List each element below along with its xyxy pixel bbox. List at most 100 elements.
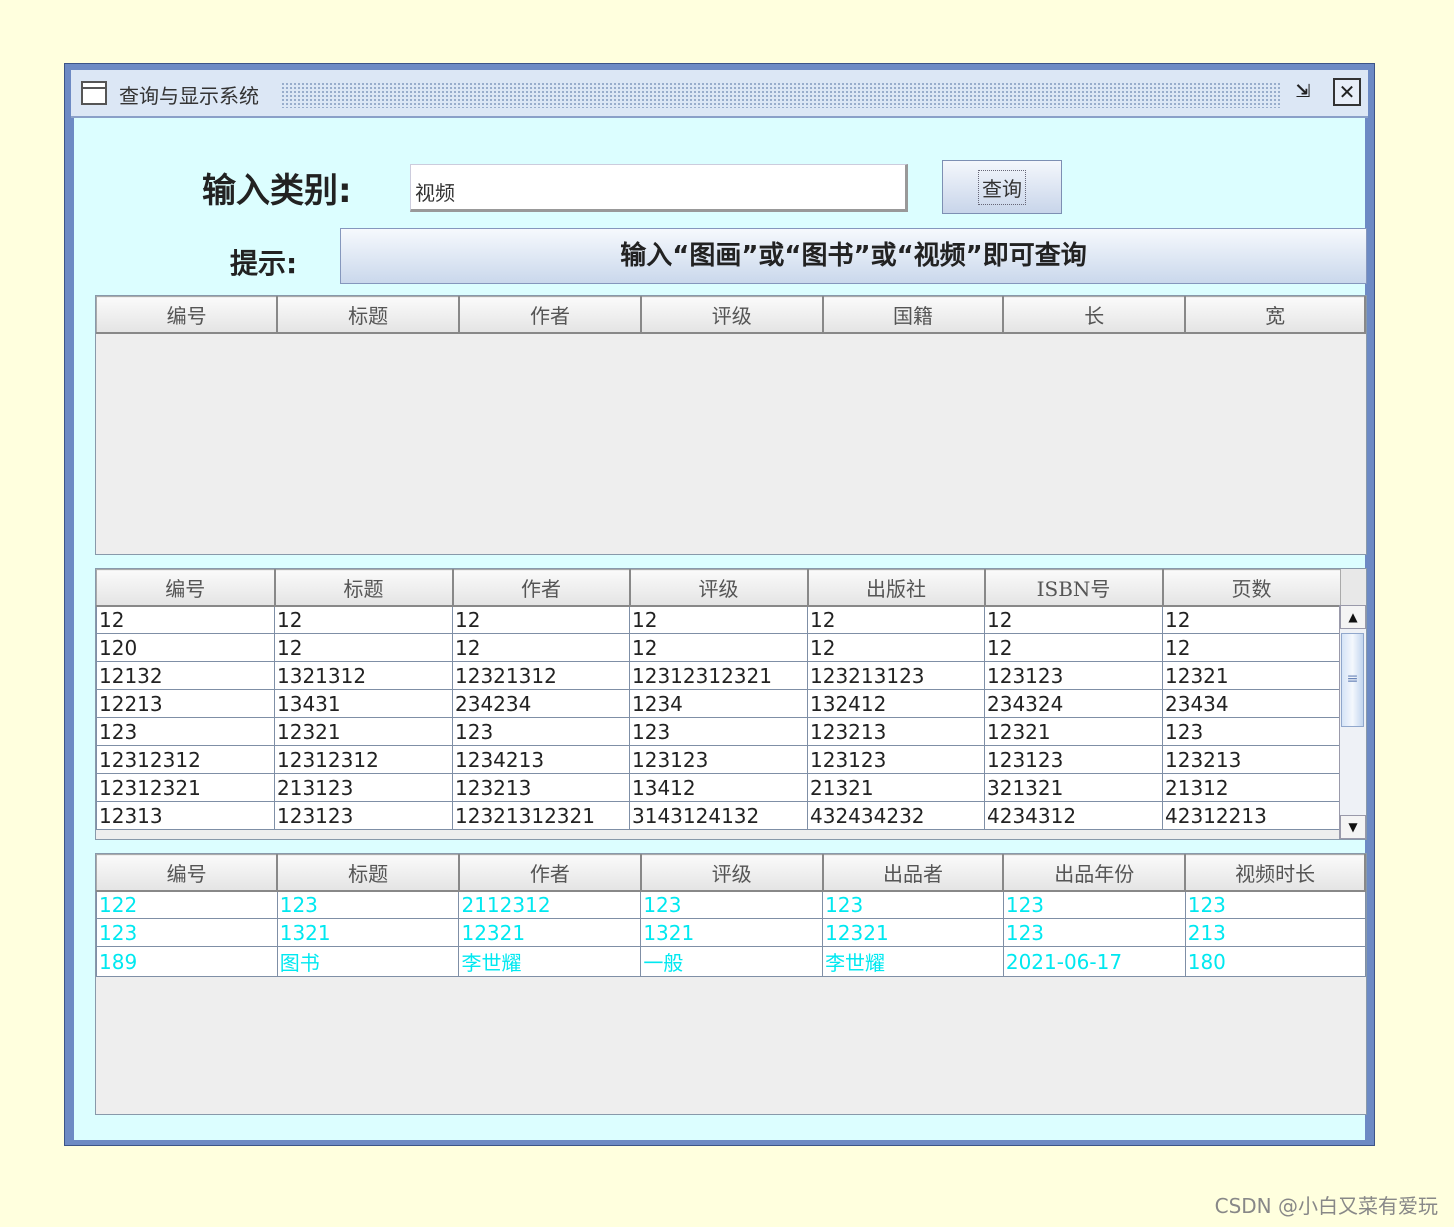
table-cell[interactable]: 12321312321 bbox=[452, 801, 630, 830]
table-cell[interactable]: 12 bbox=[452, 633, 630, 662]
table-cell[interactable]: 23434 bbox=[1162, 689, 1341, 718]
table-cell[interactable]: 12 bbox=[807, 633, 985, 662]
col-header[interactable]: 国籍 bbox=[822, 296, 1005, 334]
video-table[interactable]: 编号 标题 作者 评级 出品者 出品年份 视频时长 122 123 2112312 1… bbox=[95, 853, 1367, 1115]
table-cell[interactable]: 122 bbox=[96, 890, 278, 919]
table-row[interactable]: 12312312 12312312 1234213 123123 123123 12312… bbox=[96, 745, 1341, 774]
scroll-thumb[interactable]: ≡ bbox=[1341, 633, 1364, 727]
table-cell[interactable]: 123 bbox=[1002, 890, 1186, 919]
col-header[interactable]: 评级 bbox=[640, 854, 824, 892]
table-cell[interactable]: 12312312 bbox=[274, 745, 453, 774]
table-cell[interactable]: 13431 bbox=[274, 689, 453, 718]
close-icon[interactable]: ✕ bbox=[1333, 78, 1361, 106]
table-cell[interactable]: 12321312 bbox=[452, 661, 630, 690]
table-row[interactable]: 120 12 12 12 12 12 12 bbox=[96, 633, 1341, 662]
table-cell[interactable]: 123 bbox=[1162, 717, 1341, 746]
table-cell[interactable]: 123 bbox=[1184, 890, 1366, 919]
table-cell[interactable]: 189 bbox=[96, 946, 278, 977]
table-cell[interactable]: 120 bbox=[96, 633, 275, 662]
table-cell[interactable]: 123213123 bbox=[807, 661, 985, 690]
table-cell[interactable]: 李世耀 bbox=[458, 946, 642, 977]
table-cell[interactable]: 123 bbox=[1002, 918, 1186, 947]
col-header[interactable]: 出品者 bbox=[822, 854, 1005, 892]
table-cell[interactable]: 234234 bbox=[452, 689, 630, 718]
col-header[interactable]: 出版社 bbox=[807, 569, 986, 607]
table-cell[interactable]: 1321312 bbox=[274, 661, 453, 690]
painting-table[interactable]: 编号 标题 作者 评级 国籍 长 宽 bbox=[95, 295, 1367, 555]
table-cell[interactable]: 12 bbox=[1162, 605, 1341, 634]
table-row[interactable]: 12213 13431 234234 1234 132412 234324 23434 bbox=[96, 689, 1341, 718]
table-cell[interactable]: 1234 bbox=[629, 689, 808, 718]
table-cell[interactable]: 1321 bbox=[276, 918, 460, 947]
minimize-icon[interactable]: ⇲ bbox=[1289, 78, 1317, 106]
table-row[interactable]: 12313 123123 12321312321 3143124132 43243423… bbox=[96, 801, 1341, 830]
col-header[interactable]: 作者 bbox=[458, 296, 642, 334]
table-cell[interactable]: 12321 bbox=[274, 717, 453, 746]
table-cell[interactable]: 2021-06-17 bbox=[1002, 946, 1186, 977]
scroll-down-icon[interactable]: ▼ bbox=[1340, 815, 1366, 839]
col-header[interactable]: 评级 bbox=[629, 569, 809, 607]
table-cell[interactable]: 123213 bbox=[1162, 745, 1341, 774]
col-header[interactable]: 视频时长 bbox=[1184, 854, 1366, 892]
book-scrollbar[interactable]: ▲ ≡ ▼ bbox=[1339, 605, 1366, 839]
table-cell[interactable]: 123 bbox=[640, 890, 824, 919]
table-cell[interactable]: 123213 bbox=[452, 773, 630, 802]
table-cell[interactable]: 21312 bbox=[1162, 773, 1341, 802]
title-bar[interactable]: 查询与显示系统 ⇲ ✕ bbox=[71, 70, 1368, 118]
scroll-up-icon[interactable]: ▲ bbox=[1340, 605, 1366, 629]
table-cell[interactable]: 2112312 bbox=[458, 890, 642, 919]
table-cell[interactable]: 123213 bbox=[807, 717, 985, 746]
table-row[interactable]: 12132 1321312 12321312 12312312321 123213123… bbox=[96, 661, 1341, 690]
table-row[interactable]: 123 1321 12321 1321 12321 123 213 bbox=[96, 918, 1366, 947]
table-cell[interactable]: 12312312321 bbox=[629, 661, 808, 690]
table-cell[interactable]: 123123 bbox=[629, 745, 808, 774]
col-header[interactable]: ISBN号 bbox=[984, 569, 1164, 607]
table-cell[interactable]: 12321 bbox=[458, 918, 642, 947]
table-cell[interactable]: 4234312 bbox=[984, 801, 1163, 830]
table-cell[interactable]: 432434232 bbox=[807, 801, 985, 830]
table-cell[interactable]: 1234213 bbox=[452, 745, 630, 774]
table-cell[interactable]: 图书 bbox=[276, 946, 460, 977]
table-cell[interactable]: 132412 bbox=[807, 689, 985, 718]
table-row[interactable]: 122 123 2112312 123 123 123 123 bbox=[96, 890, 1366, 919]
table-cell[interactable]: 180 bbox=[1184, 946, 1366, 977]
table-row[interactable]: 189 图书 李世耀 一般 李世耀 2021-06-17 180 bbox=[96, 946, 1366, 977]
query-button[interactable]: 查询 bbox=[942, 160, 1062, 214]
table-cell[interactable]: 123123 bbox=[274, 801, 453, 830]
table-cell[interactable]: 213 bbox=[1184, 918, 1366, 947]
col-header[interactable]: 长 bbox=[1002, 296, 1187, 334]
table-cell[interactable]: 12213 bbox=[96, 689, 275, 718]
category-input[interactable]: 视频 bbox=[410, 164, 908, 212]
table-cell[interactable]: 123123 bbox=[984, 745, 1163, 774]
table-cell[interactable]: 一般 bbox=[640, 946, 824, 977]
col-header[interactable]: 评级 bbox=[640, 296, 824, 334]
table-cell[interactable]: 12 bbox=[807, 605, 985, 634]
col-header[interactable]: 标题 bbox=[274, 569, 454, 607]
table-cell[interactable]: 123 bbox=[629, 717, 808, 746]
table-cell[interactable]: 12132 bbox=[96, 661, 275, 690]
col-header[interactable]: 页数 bbox=[1162, 569, 1342, 607]
table-cell[interactable]: 123 bbox=[96, 717, 275, 746]
table-cell[interactable]: 12312312 bbox=[96, 745, 275, 774]
col-header[interactable]: 宽 bbox=[1184, 296, 1366, 334]
table-cell[interactable]: 213123 bbox=[274, 773, 453, 802]
table-cell[interactable]: 13412 bbox=[629, 773, 808, 802]
col-header[interactable]: 编号 bbox=[96, 854, 279, 892]
table-cell[interactable]: 12 bbox=[96, 605, 275, 634]
table-cell[interactable]: 123 bbox=[452, 717, 630, 746]
table-cell[interactable]: 12 bbox=[629, 633, 808, 662]
table-cell[interactable]: 12 bbox=[1162, 633, 1341, 662]
table-cell[interactable]: 李世耀 bbox=[822, 946, 1004, 977]
table-row[interactable]: 12312321 213123 123213 13412 21321 321321 2131… bbox=[96, 773, 1341, 802]
table-cell[interactable]: 321321 bbox=[984, 773, 1163, 802]
col-header[interactable]: 出品年份 bbox=[1002, 854, 1187, 892]
table-cell[interactable]: 3143124132 bbox=[629, 801, 808, 830]
table-cell[interactable]: 12 bbox=[984, 633, 1163, 662]
table-cell[interactable]: 42312213 bbox=[1162, 801, 1341, 830]
table-cell[interactable]: 12312321 bbox=[96, 773, 275, 802]
col-header[interactable]: 标题 bbox=[276, 854, 460, 892]
table-cell[interactable]: 123 bbox=[96, 918, 278, 947]
table-cell[interactable]: 123123 bbox=[984, 661, 1163, 690]
table-cell[interactable]: 123 bbox=[276, 890, 460, 919]
book-table[interactable]: 编号 标题 作者 评级 出版社 ISBN号 页数 12 12 12 12 12 12 12 1… bbox=[95, 568, 1367, 840]
